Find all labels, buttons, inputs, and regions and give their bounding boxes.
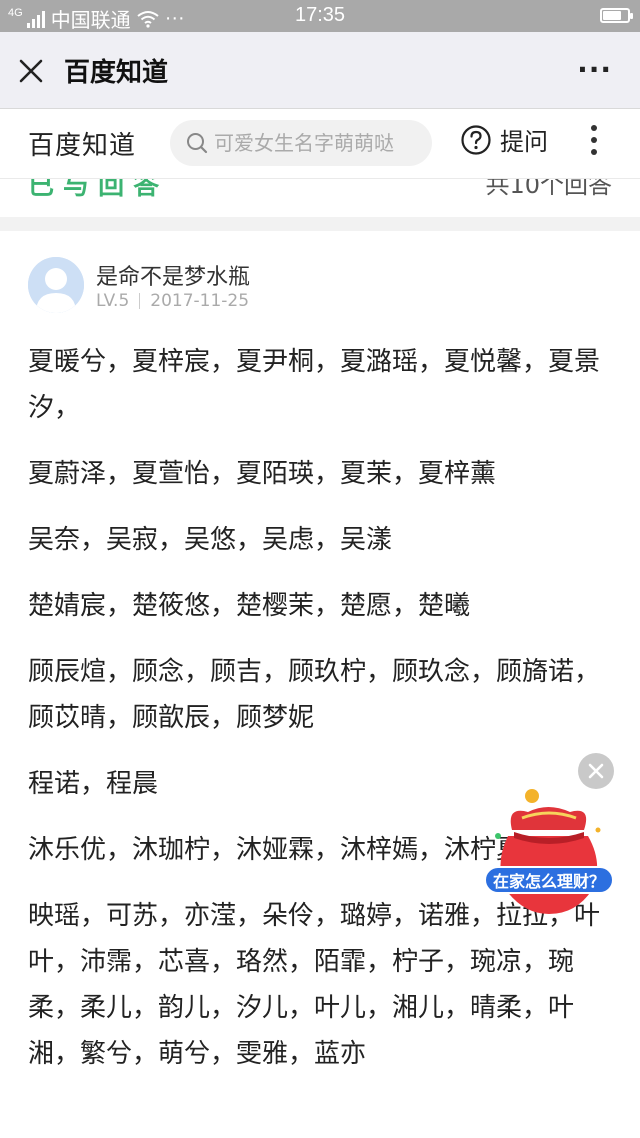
answer-paragraph: 顾辰煊，顾念，顾吉，顾玖柠，顾玖念，顾旖诺，顾苡晴，顾歆辰，顾梦妮 xyxy=(28,657,601,733)
meta-divider xyxy=(139,293,141,309)
cropped-label-left: 已 与 回 答 xyxy=(28,179,160,201)
answer-paragraph: 映瑶，可苏，亦滢，朵伶，璐婷，诺雅，拉拉，叶叶，沛霈，芯喜，珞然，陌霏，柠子，琬… xyxy=(28,901,601,1069)
author-level: LV.5 xyxy=(96,291,130,311)
answer-paragraph: 夏蔚泽，夏萱怡，夏陌瑛，夏茉，夏梓薰 xyxy=(28,459,497,489)
clock: 17:35 xyxy=(294,4,346,26)
close-icon xyxy=(588,763,604,779)
floating-ad[interactable]: 在家怎么理财？ xyxy=(484,786,614,918)
section-divider xyxy=(0,217,640,231)
question-icon xyxy=(461,124,491,155)
close-icon[interactable] xyxy=(16,56,46,86)
nav-title: 百度知道 xyxy=(64,58,169,88)
default-avatar-icon xyxy=(28,257,84,313)
search-icon xyxy=(187,133,208,154)
menu-icon[interactable] xyxy=(586,125,602,165)
search-input[interactable] xyxy=(214,120,424,166)
answer-paragraph: 夏暖兮，夏梓宸，夏尹桐，夏潞瑶，夏悦馨，夏景汐， xyxy=(28,347,601,423)
battery-icon xyxy=(600,8,633,23)
answer-date: 2017-11-25 xyxy=(150,291,250,311)
baidu-logo[interactable]: 百度知道 xyxy=(28,125,136,162)
cropped-row: 已 与 回 答 共10个回答 xyxy=(0,179,640,217)
search-box[interactable] xyxy=(170,120,432,166)
author-meta: LV.5 2017-11-25 xyxy=(96,291,249,311)
battery-fill xyxy=(603,11,621,20)
answer-paragraph: 吴奈，吴寂，吴悠，吴虑，吴漾 xyxy=(28,525,393,555)
cropped-label-right: 共10个回答 xyxy=(485,179,612,199)
author-name[interactable]: 是命不是梦水瓶 xyxy=(96,259,250,291)
avatar[interactable] xyxy=(28,257,84,313)
wechat-nav-bar: 百度知道 ··· xyxy=(0,32,640,109)
ask-label: 提问 xyxy=(500,128,548,156)
more-options-icon[interactable]: ··· xyxy=(577,56,612,84)
ask-button[interactable]: 提问 xyxy=(460,122,548,157)
status-bar: 4G 中国联通 ··· 17:35 xyxy=(0,0,640,32)
money-bag-icon xyxy=(495,789,601,914)
ad-label: 在家怎么理财？ xyxy=(484,866,614,894)
baidu-header: 百度知道 提问 xyxy=(0,109,640,179)
ad-close-button[interactable] xyxy=(578,753,614,789)
answer-paragraph: 楚婧宸，楚筱悠，楚樱茉，楚愿，楚曦 xyxy=(28,591,471,621)
answer-content: 夏暖兮，夏梓宸，夏尹桐，夏潞瑶，夏悦馨，夏景汐， 夏蔚泽，夏萱怡，夏陌瑛，夏茉，… xyxy=(28,339,612,1097)
